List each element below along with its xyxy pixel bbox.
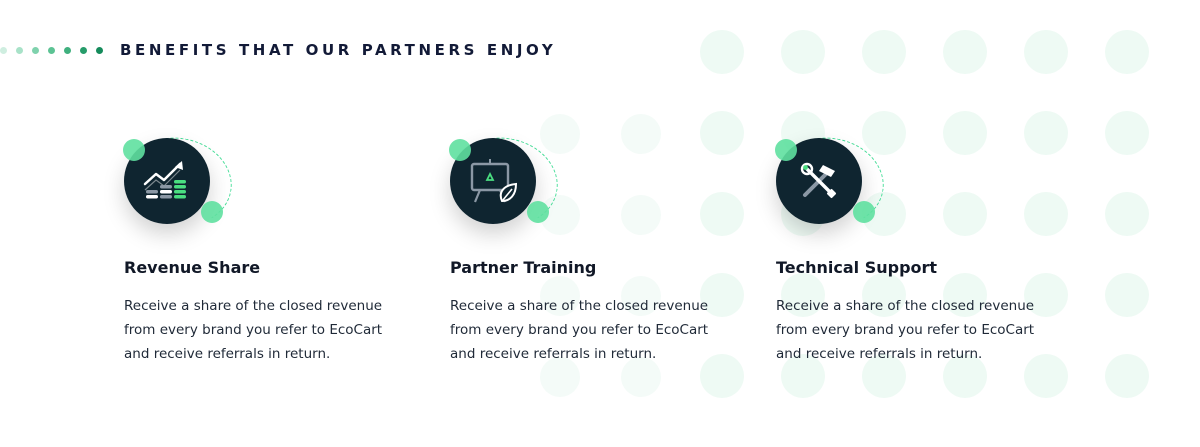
accent-bubble	[775, 139, 797, 161]
benefit-title: Revenue Share	[124, 258, 261, 277]
benefit-description: Receive a share of the closed revenue fr…	[450, 298, 709, 362]
benefit-description: Receive a share of the closed revenue fr…	[124, 298, 383, 362]
benefit-card-partner-training: Partner Training Receive a share of the …	[443, 129, 750, 366]
benefit-card-revenue-share: Revenue Share Receive a share of the clo…	[117, 129, 424, 366]
benefit-description: Receive a share of the closed revenue fr…	[776, 298, 1035, 362]
benefits-list: Revenue Share Receive a share of the clo…	[0, 0, 1200, 447]
benefit-title: Technical Support	[776, 258, 938, 277]
benefit-card-technical-support: Technical Support Receive a share of the…	[769, 129, 1076, 366]
benefit-icon-badge	[117, 129, 244, 235]
accent-bubble	[853, 201, 875, 223]
benefit-title: Partner Training	[450, 258, 597, 277]
accent-bubble	[449, 139, 471, 161]
accent-bubble	[123, 139, 145, 161]
benefit-icon-badge	[769, 129, 896, 235]
accent-bubble	[527, 201, 549, 223]
accent-bubble	[201, 201, 223, 223]
benefit-icon-badge	[443, 129, 570, 235]
